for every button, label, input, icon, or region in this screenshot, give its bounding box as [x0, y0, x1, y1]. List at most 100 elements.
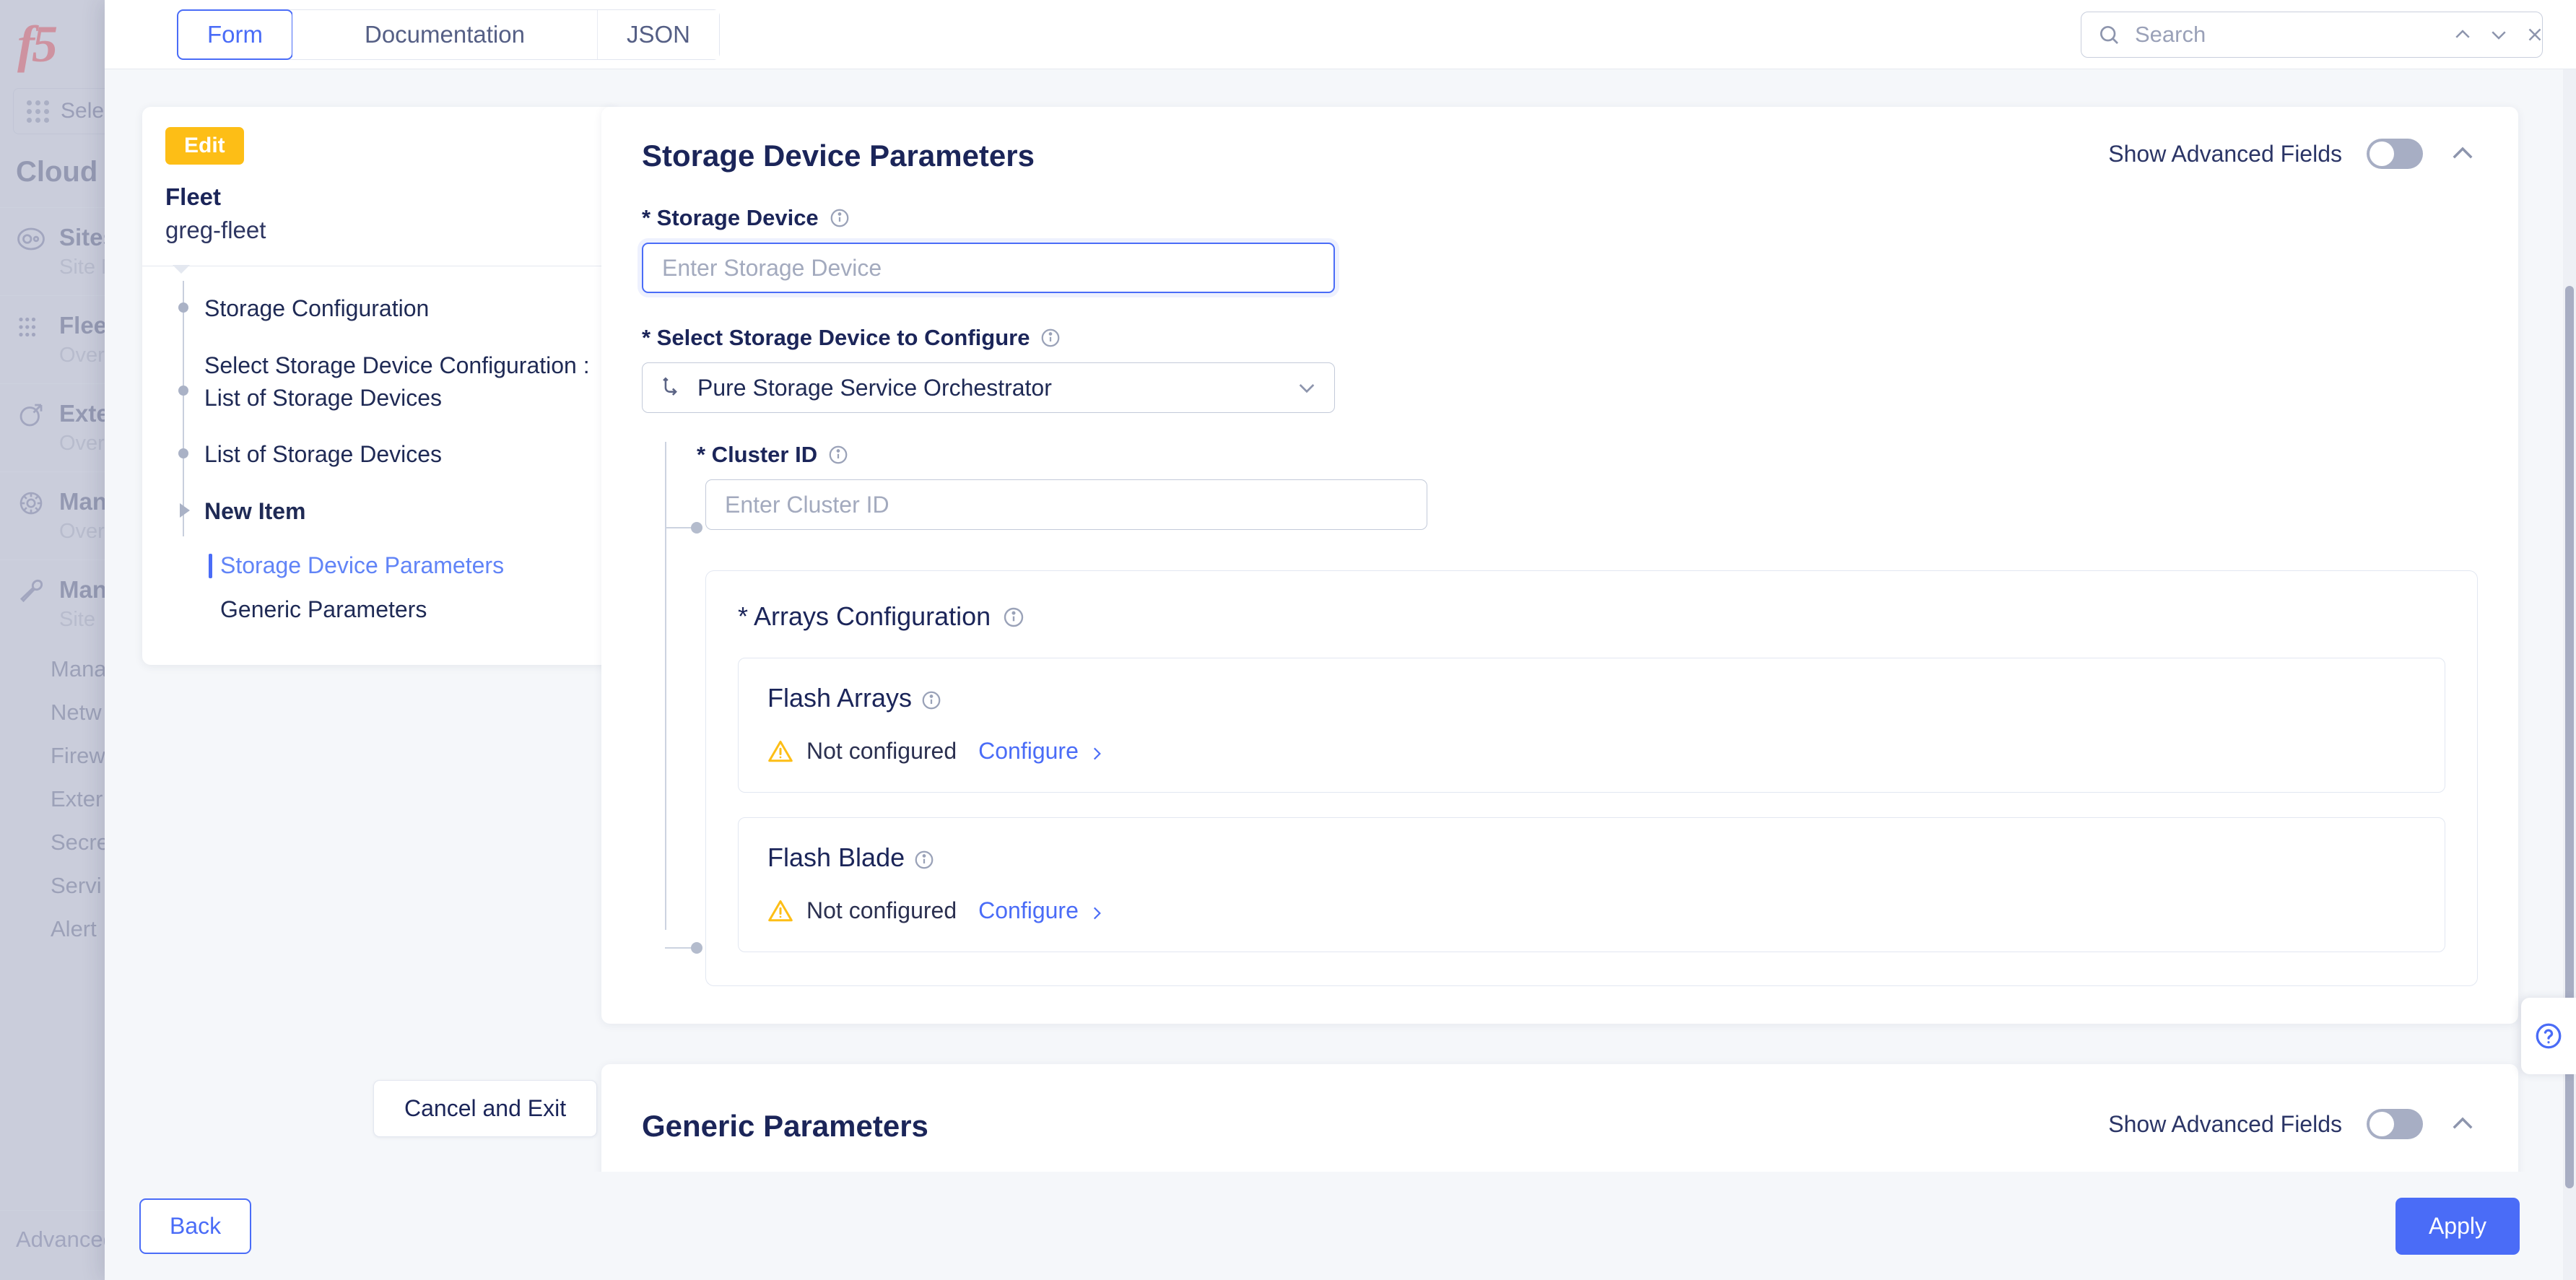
chevron-right-icon	[1087, 902, 1106, 920]
step-dot-icon	[178, 448, 188, 459]
info-icon[interactable]	[829, 207, 850, 229]
info-icon[interactable]	[921, 687, 942, 710]
flash-arrays-configure-link[interactable]: Configure	[978, 738, 1106, 765]
cluster-id-label-row: * Cluster ID	[697, 442, 2478, 468]
form-panel: Storage Device Parameters Show Advanced …	[567, 69, 2576, 1172]
select-storage-device-value: Pure Storage Service Orchestrator	[697, 374, 1052, 401]
flash-arrays-title-row: Flash Arrays	[767, 683, 2416, 713]
wizard-step-label: New Item	[204, 498, 306, 525]
info-icon[interactable]	[1040, 327, 1061, 349]
chevron-up-icon[interactable]	[2447, 139, 2478, 169]
flash-blade-status-row: Not configured Configure	[767, 897, 2416, 924]
page-title: Storage Device Parameters	[642, 139, 1035, 173]
card-header: Storage Device Parameters Show Advanced …	[642, 139, 2478, 173]
tab-json[interactable]: JSON	[597, 9, 719, 59]
tab-documentation[interactable]: Documentation	[292, 9, 598, 59]
wizard-panel: Edit Fleet greg-fleet Storage Configurat…	[105, 69, 619, 1172]
search-prev-button[interactable]	[2452, 18, 2473, 51]
storage-device-parameters-card: Storage Device Parameters Show Advanced …	[601, 107, 2518, 1024]
arrays-configuration-label-row: * Arrays Configuration	[738, 601, 2445, 632]
cluster-id-input-wrap	[705, 479, 2478, 530]
generic-parameters-card: Generic Parameters Show Advanced Fields	[601, 1064, 2518, 1172]
view-tabs: Form Documentation JSON	[177, 9, 720, 60]
configuration-overlay: Form Documentation JSON Edit	[105, 0, 2576, 1280]
cluster-id-input[interactable]	[705, 479, 1427, 530]
chevron-down-icon	[1295, 376, 1318, 399]
show-advanced-fields-toggle[interactable]	[2367, 1109, 2423, 1139]
wizard-substep-storage-device-parameters[interactable]: Storage Device Parameters	[142, 552, 619, 579]
select-storage-device-label: * Select Storage Device to Configure	[642, 325, 1030, 350]
info-icon[interactable]	[1002, 605, 1025, 628]
select-storage-device-dropdown[interactable]: Pure Storage Service Orchestrator	[642, 362, 1335, 413]
vertical-scrollbar[interactable]	[2563, 69, 2576, 1280]
wizard-card: Edit Fleet greg-fleet Storage Configurat…	[142, 107, 619, 665]
configure-label: Configure	[978, 897, 1079, 923]
wizard-step-label: Select Storage Device Configuration : Li…	[204, 352, 590, 411]
wizard-substep-label: Generic Parameters	[220, 596, 427, 622]
toggle-knob	[2370, 142, 2394, 166]
active-indicator	[209, 553, 212, 578]
info-icon[interactable]	[913, 847, 935, 869]
wizard-steps: Storage Configuration Select Storage Dev…	[142, 266, 619, 623]
wizard-step-new-item[interactable]: New Item	[142, 495, 619, 528]
wizard-substep-label: Storage Device Parameters	[220, 552, 505, 578]
generic-parameters-header: Generic Parameters Show Advanced Fields	[642, 1109, 2478, 1144]
storage-device-input[interactable]	[642, 243, 1335, 293]
close-icon[interactable]	[2524, 18, 2546, 51]
search-input[interactable]	[2135, 21, 2423, 48]
cluster-id-label: * Cluster ID	[697, 442, 818, 467]
flash-blade-card: Flash Blade Not configured Configure	[738, 817, 2445, 952]
select-storage-device-label-row: * Select Storage Device to Configure	[642, 325, 2478, 351]
footer-bar: Back Apply	[105, 1172, 2576, 1280]
branch-icon	[658, 375, 683, 400]
card-header-actions: Show Advanced Fields	[2108, 139, 2478, 169]
wizard-step-label: List of Storage Devices	[204, 441, 443, 468]
flash-arrays-card: Flash Arrays Not configured Configure	[738, 658, 2445, 793]
tree-rail	[665, 442, 666, 930]
warning-icon	[767, 739, 793, 765]
nested-config-tree: * Cluster ID * Arrays Configuration	[665, 442, 2478, 986]
flash-blade-status: Not configured	[806, 897, 957, 923]
help-button[interactable]	[2521, 998, 2576, 1074]
step-dot-icon	[178, 385, 188, 396]
cancel-and-exit-button[interactable]: Cancel and Exit	[373, 1080, 598, 1137]
wizard-step-select-storage-device-configuration[interactable]: Select Storage Device Configuration : Li…	[142, 349, 619, 414]
show-advanced-fields-label: Show Advanced Fields	[2108, 140, 2342, 167]
back-button[interactable]: Back	[139, 1198, 252, 1254]
chevron-right-icon	[1087, 742, 1106, 761]
flash-arrays-status: Not configured	[806, 738, 957, 764]
flash-blade-title-row: Flash Blade	[767, 843, 2416, 873]
wizard-substep-generic-parameters[interactable]: Generic Parameters	[142, 596, 619, 623]
arrays-configuration-label: * Arrays Configuration	[738, 601, 991, 631]
tab-form[interactable]: Form	[177, 9, 293, 60]
warning-icon	[767, 898, 793, 924]
tree-node-arrays	[691, 942, 702, 954]
toggle-knob	[2370, 1112, 2394, 1136]
generic-parameters-header-actions: Show Advanced Fields	[2108, 1109, 2478, 1139]
flash-arrays-status-row: Not configured Configure	[767, 738, 2416, 765]
generic-parameters-title: Generic Parameters	[642, 1109, 928, 1143]
search-box[interactable]	[2081, 11, 2546, 58]
edit-badge: Edit	[165, 127, 244, 165]
apply-button[interactable]: Apply	[2395, 1197, 2520, 1255]
show-advanced-fields-label: Show Advanced Fields	[2108, 1110, 2342, 1137]
search-next-button[interactable]	[2488, 18, 2510, 51]
tree-node-cluster-id	[691, 522, 702, 534]
flash-blade-configure-link[interactable]: Configure	[978, 897, 1106, 924]
overlay-topbar: Form Documentation JSON	[105, 0, 2576, 69]
info-icon[interactable]	[827, 444, 849, 466]
arrays-configuration-panel: * Arrays Configuration Flash Arrays Not …	[705, 570, 2478, 986]
overlay-content: Edit Fleet greg-fleet Storage Configurat…	[105, 69, 2576, 1172]
show-advanced-fields-toggle[interactable]	[2367, 139, 2423, 169]
chevron-up-icon[interactable]	[2447, 1109, 2478, 1139]
storage-device-field: * Storage Device	[642, 205, 2478, 293]
step-arrow-icon	[180, 503, 190, 518]
object-name: greg-fleet	[165, 217, 266, 243]
flash-blade-title: Flash Blade	[767, 843, 905, 872]
wizard-step-list-of-storage-devices[interactable]: List of Storage Devices	[142, 438, 619, 471]
storage-device-label: * Storage Device	[642, 205, 819, 230]
storage-device-label-row: * Storage Device	[642, 205, 2478, 231]
wizard-step-storage-configuration[interactable]: Storage Configuration	[142, 292, 619, 325]
wizard-step-label: Storage Configuration	[204, 295, 430, 321]
cluster-id-field: * Cluster ID	[697, 442, 2478, 530]
